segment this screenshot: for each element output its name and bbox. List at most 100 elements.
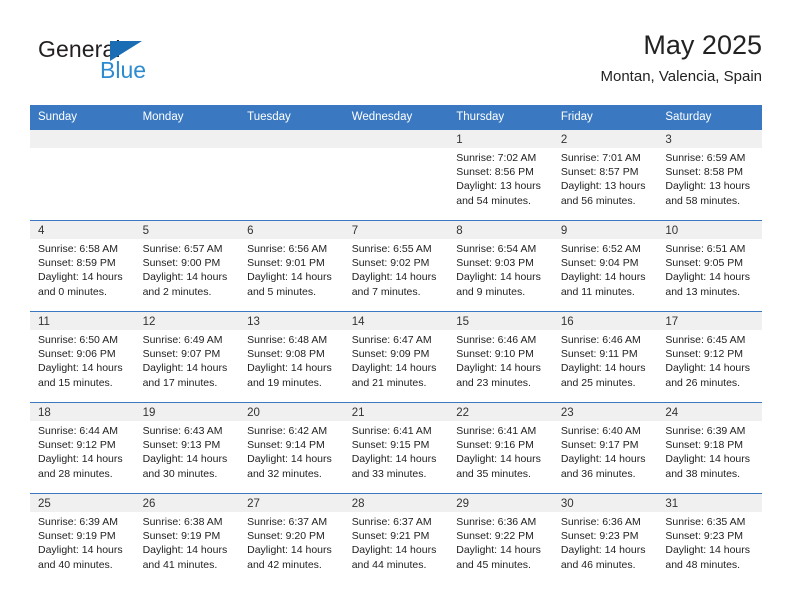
- daylight-text: Daylight: 14 hours and 17 minutes.: [142, 362, 228, 389]
- calendar-day-cell[interactable]: 30 Sunrise: 6:36 AM Sunset: 9:23 PM Dayligh…: [552, 493, 658, 584]
- calendar-page: General Blue May 2025 Montan, Valencia, …: [0, 0, 792, 612]
- sunset-text: Sunset: 9:12 PM: [665, 348, 744, 361]
- sunrise-text: Sunrise: 6:51 AM: [665, 243, 746, 255]
- sunset-text: Sunset: 8:57 PM: [560, 166, 639, 179]
- sunset-text: Sunset: 9:16 PM: [456, 439, 534, 452]
- sunset-text: Sunset: 9:01 PM: [247, 257, 325, 270]
- sunset-text: Sunset: 9:10 PM: [456, 348, 534, 361]
- sunrise-text: Sunrise: 6:57 AM: [142, 243, 223, 255]
- calendar-day-cell[interactable]: 25 Sunrise: 6:39 AM Sunset: 9:19 PM Dayligh…: [30, 493, 135, 584]
- sunset-text: Sunset: 9:20 PM: [247, 530, 325, 543]
- calendar-day-cell[interactable]: 29 Sunrise: 6:36 AM Sunset: 9:22 PM Dayligh…: [448, 493, 553, 584]
- calendar-day-cell[interactable]: 23 Sunrise: 6:40 AM Sunset: 9:17 PM Dayligh…: [552, 402, 658, 494]
- general-blue-logo[interactable]: General Blue: [38, 36, 248, 92]
- weekday-header-friday: Friday: [552, 105, 658, 130]
- calendar-day-cell[interactable]: 24 Sunrise: 6:39 AM Sunset: 9:18 PM Dayligh…: [657, 402, 762, 494]
- calendar-day-cell[interactable]: 10 Sunrise: 6:51 AM Sunset: 9:05 PM Dayligh…: [657, 220, 762, 312]
- sunset-text: Sunset: 9:19 PM: [38, 530, 116, 543]
- day-number: 17: [657, 312, 762, 330]
- day-number: 20: [239, 403, 344, 421]
- calendar-day-cell[interactable]: 14 Sunrise: 6:47 AM Sunset: 9:09 PM Dayligh…: [343, 311, 449, 403]
- day-number: 8: [448, 221, 553, 239]
- sunrise-text: Sunrise: 6:44 AM: [38, 425, 118, 437]
- sunrise-text: Sunrise: 6:39 AM: [38, 516, 118, 528]
- calendar-day-cell[interactable]: 6 Sunrise: 6:56 AM Sunset: 9:01 PM Daylight…: [239, 220, 344, 312]
- sunrise-text: Sunrise: 6:37 AM: [247, 516, 328, 528]
- calendar-day-cell[interactable]: 2 Sunrise: 7:01 AM Sunset: 8:57 PM Daylight…: [552, 129, 658, 221]
- sunrise-text: Sunrise: 7:01 AM: [560, 152, 641, 164]
- calendar-day-cell[interactable]: 28 Sunrise: 6:37 AM Sunset: 9:21 PM Dayligh…: [343, 493, 449, 584]
- calendar-day-cell[interactable]: 13 Sunrise: 6:48 AM Sunset: 9:08 PM Dayligh…: [239, 311, 344, 403]
- day-details: Sunrise: 6:56 AM Sunset: 9:01 PM Daylight:…: [239, 239, 344, 299]
- day-details: Sunrise: 6:37 AM Sunset: 9:21 PM Daylight:…: [344, 512, 449, 572]
- sunrise-text: Sunrise: 6:56 AM: [247, 243, 328, 255]
- calendar-day-cell[interactable]: 18 Sunrise: 6:44 AM Sunset: 9:12 PM Dayligh…: [30, 402, 135, 494]
- day-details: Sunrise: 6:46 AM Sunset: 9:10 PM Daylight:…: [448, 330, 553, 390]
- day-number: 10: [657, 221, 762, 239]
- day-number: 7: [343, 221, 449, 239]
- sunset-text: Sunset: 9:08 PM: [247, 348, 325, 361]
- sunset-text: Sunset: 9:05 PM: [665, 257, 744, 270]
- sunset-text: Sunset: 9:03 PM: [456, 257, 534, 270]
- calendar-day-cell[interactable]: 12 Sunrise: 6:49 AM Sunset: 9:07 PM Dayligh…: [134, 311, 240, 403]
- calendar-day-cell[interactable]: 21 Sunrise: 6:41 AM Sunset: 9:15 PM Dayligh…: [343, 402, 449, 494]
- day-number: 19: [134, 403, 240, 421]
- day-number: 29: [448, 494, 553, 512]
- day-details: Sunrise: 6:42 AM Sunset: 9:14 PM Daylight:…: [239, 421, 344, 481]
- day-number: [30, 130, 135, 148]
- sunset-text: Sunset: 9:06 PM: [38, 348, 116, 361]
- day-number: [239, 130, 344, 148]
- weekday-header-row: Sunday Monday Tuesday Wednesday Thursday…: [30, 105, 762, 130]
- calendar-day-cell[interactable]: 3 Sunrise: 6:59 AM Sunset: 8:58 PM Daylight…: [657, 129, 762, 221]
- calendar-day-cell[interactable]: 15 Sunrise: 6:46 AM Sunset: 9:10 PM Dayligh…: [448, 311, 553, 403]
- calendar-day-cell[interactable]: 4 Sunrise: 6:58 AM Sunset: 8:59 PM Daylight…: [30, 220, 135, 312]
- calendar-day-cell[interactable]: 5 Sunrise: 6:57 AM Sunset: 9:00 PM Daylight…: [134, 220, 240, 312]
- sunrise-text: Sunrise: 6:47 AM: [351, 334, 432, 346]
- sunrise-text: Sunrise: 6:37 AM: [351, 516, 432, 528]
- calendar-day-cell[interactable]: 26 Sunrise: 6:38 AM Sunset: 9:19 PM Dayligh…: [134, 493, 240, 584]
- calendar-week-row: 11 Sunrise: 6:50 AM Sunset: 9:06 PM Dayligh…: [30, 311, 762, 403]
- day-number: 18: [30, 403, 135, 421]
- day-number: 11: [30, 312, 135, 330]
- calendar-day-cell[interactable]: 20 Sunrise: 6:42 AM Sunset: 9:14 PM Dayligh…: [239, 402, 344, 494]
- calendar-day-cell[interactable]: 9 Sunrise: 6:52 AM Sunset: 9:04 PM Daylight…: [552, 220, 658, 312]
- calendar-day-cell[interactable]: 7 Sunrise: 6:55 AM Sunset: 9:02 PM Daylight…: [343, 220, 449, 312]
- daylight-text: Daylight: 14 hours and 15 minutes.: [38, 362, 123, 389]
- day-details: Sunrise: 6:50 AM Sunset: 9:06 PM Daylight:…: [30, 330, 135, 390]
- sunrise-text: Sunrise: 6:50 AM: [38, 334, 118, 346]
- daylight-text: Daylight: 14 hours and 42 minutes.: [247, 544, 332, 571]
- calendar-day-cell[interactable]: 1 Sunrise: 7:02 AM Sunset: 8:56 PM Daylight…: [448, 129, 553, 221]
- daylight-text: Daylight: 14 hours and 36 minutes.: [560, 453, 646, 480]
- day-number: 2: [552, 130, 658, 148]
- calendar-day-cell[interactable]: 19 Sunrise: 6:43 AM Sunset: 9:13 PM Dayligh…: [134, 402, 240, 494]
- sunrise-text: Sunrise: 6:38 AM: [142, 516, 223, 528]
- day-number: 3: [657, 130, 762, 148]
- calendar-day-cell[interactable]: 31 Sunrise: 6:35 AM Sunset: 9:23 PM Dayligh…: [657, 493, 762, 584]
- day-number: 15: [448, 312, 553, 330]
- calendar-day-cell[interactable]: 17 Sunrise: 6:45 AM Sunset: 9:12 PM Dayligh…: [657, 311, 762, 403]
- daylight-text: Daylight: 14 hours and 45 minutes.: [456, 544, 541, 571]
- day-details: Sunrise: 6:36 AM Sunset: 9:23 PM Daylight:…: [553, 512, 658, 572]
- calendar-day-cell[interactable]: 22 Sunrise: 6:41 AM Sunset: 9:16 PM Dayligh…: [448, 402, 553, 494]
- page-title: May 2025: [643, 30, 762, 60]
- weekday-header-wednesday: Wednesday: [343, 105, 449, 130]
- calendar-week-row: 25 Sunrise: 6:39 AM Sunset: 9:19 PM Dayligh…: [30, 493, 762, 584]
- calendar-grid: Sunday Monday Tuesday Wednesday Thursday…: [30, 105, 762, 584]
- day-number: 13: [239, 312, 344, 330]
- sunset-text: Sunset: 9:21 PM: [351, 530, 430, 543]
- sunrise-text: Sunrise: 6:46 AM: [560, 334, 641, 346]
- calendar-day-cell[interactable]: 16 Sunrise: 6:46 AM Sunset: 9:11 PM Dayligh…: [552, 311, 658, 403]
- sunset-text: Sunset: 9:00 PM: [142, 257, 221, 270]
- sunset-text: Sunset: 8:58 PM: [665, 166, 744, 179]
- calendar-day-cell[interactable]: 27 Sunrise: 6:37 AM Sunset: 9:20 PM Dayligh…: [239, 493, 344, 584]
- daylight-text: Daylight: 14 hours and 7 minutes.: [351, 271, 437, 298]
- day-number: 24: [657, 403, 762, 421]
- day-details: Sunrise: 6:36 AM Sunset: 9:22 PM Daylight:…: [448, 512, 553, 572]
- day-details: Sunrise: 6:54 AM Sunset: 9:03 PM Daylight:…: [448, 239, 553, 299]
- day-details: Sunrise: 6:55 AM Sunset: 9:02 PM Daylight:…: [344, 239, 449, 299]
- calendar-week-row: 1 Sunrise: 7:02 AM Sunset: 8:56 PM Daylight…: [30, 129, 762, 221]
- sunset-text: Sunset: 9:11 PM: [560, 348, 638, 361]
- calendar-day-cell[interactable]: 8 Sunrise: 6:54 AM Sunset: 9:03 PM Daylight…: [448, 220, 553, 312]
- calendar-day-cell[interactable]: 11 Sunrise: 6:50 AM Sunset: 9:06 PM Dayligh…: [30, 311, 135, 403]
- day-number: 9: [552, 221, 658, 239]
